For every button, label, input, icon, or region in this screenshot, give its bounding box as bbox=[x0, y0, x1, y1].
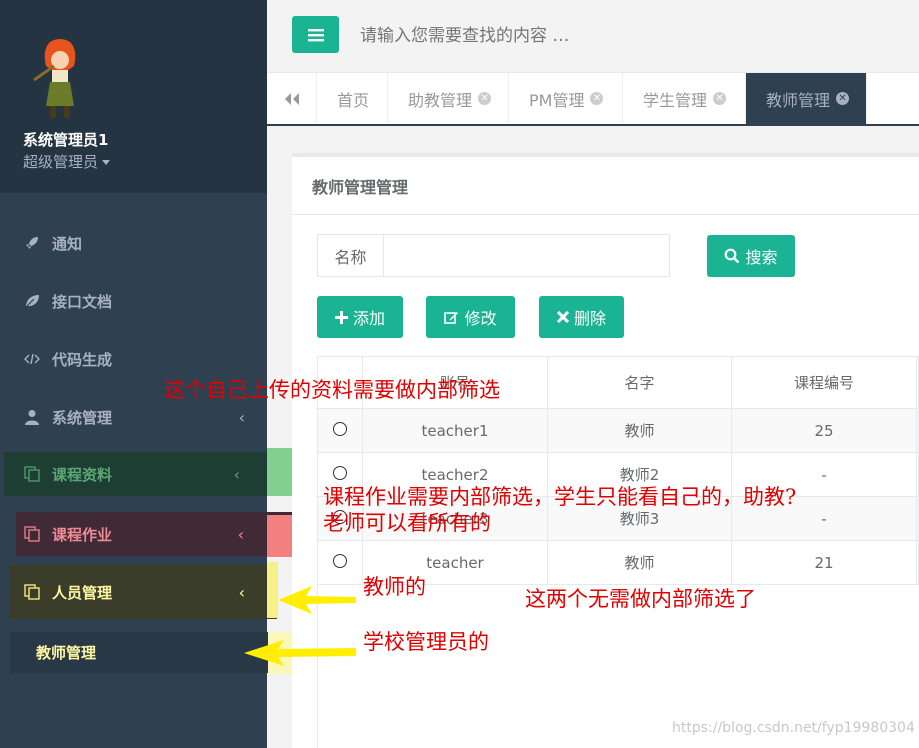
double-chevron-left-icon bbox=[284, 92, 299, 105]
code-icon bbox=[24, 351, 40, 367]
sidebar-item-label: 系统管理 bbox=[52, 408, 113, 427]
sidebar-item-label: 课程作业 bbox=[52, 525, 113, 544]
row-radio[interactable] bbox=[333, 553, 347, 568]
profile-name: 系统管理员1 bbox=[23, 131, 109, 149]
sidebar-item-personnel[interactable]: 人员管理 ‹ bbox=[10, 565, 277, 619]
user-icon bbox=[24, 409, 40, 425]
cell-extra bbox=[916, 540, 919, 585]
times-icon bbox=[556, 311, 569, 323]
leaf-icon bbox=[24, 293, 40, 309]
watermark: https://blog.csdn.net/fyp19980304 bbox=[672, 720, 915, 736]
annotation-school-admin: 学校管理员的 bbox=[363, 630, 489, 654]
add-button-label: 添加 bbox=[352, 309, 385, 328]
cell-name: 教师 bbox=[547, 408, 732, 453]
cell-account: teacher1 bbox=[362, 408, 548, 453]
chevron-left-icon: ‹ bbox=[237, 524, 244, 544]
sidebar-subitem-teacher-mgmt[interactable]: 教师管理 bbox=[10, 632, 268, 673]
table-row[interactable]: teacher1 教师 25 bbox=[317, 408, 919, 453]
annotation-no-filter: 这两个无需做内部筛选了 bbox=[525, 587, 756, 611]
chevron-left-icon: ‹ bbox=[238, 582, 245, 602]
search-button-label: 搜索 bbox=[745, 248, 778, 267]
tab-label: 教师管理 bbox=[766, 90, 831, 110]
table-header-extra bbox=[916, 356, 919, 409]
highlight-yellow bbox=[267, 562, 278, 618]
close-icon[interactable]: ✕ bbox=[836, 92, 850, 105]
sidebar-subitem-label: 教师管理 bbox=[36, 644, 97, 662]
cell-extra bbox=[916, 408, 919, 453]
sidebar-item-label: 代码生成 bbox=[52, 350, 113, 369]
profile-role-label: 超级管理员 bbox=[23, 153, 99, 171]
close-icon[interactable]: ✕ bbox=[590, 92, 604, 105]
cell-course: 25 bbox=[731, 408, 917, 453]
edit-icon bbox=[444, 310, 459, 325]
plus-icon bbox=[334, 310, 348, 324]
tab-home[interactable]: 首页 bbox=[317, 73, 388, 124]
profile-role-dropdown[interactable]: 超级管理员 bbox=[23, 151, 111, 172]
avatar[interactable] bbox=[28, 36, 92, 120]
tab-label: PM管理 bbox=[529, 90, 585, 110]
sidebar-item-label: 接口文档 bbox=[52, 292, 113, 311]
menu-toggle-button[interactable] bbox=[292, 16, 339, 53]
sidebar-item-label: 通知 bbox=[52, 234, 83, 253]
chevron-left-icon: ‹ bbox=[233, 464, 240, 484]
panel-title: 教师管理管理 bbox=[312, 178, 409, 197]
close-icon[interactable]: ✕ bbox=[478, 92, 492, 105]
cell-name: 教师 bbox=[547, 540, 732, 585]
table-header-course[interactable]: 课程编号 bbox=[731, 356, 917, 409]
tab-scroll-left-button[interactable] bbox=[267, 73, 317, 124]
panel-divider bbox=[292, 214, 919, 215]
search-icon bbox=[724, 248, 740, 264]
cell-extra bbox=[916, 496, 919, 541]
close-icon[interactable]: ✕ bbox=[713, 92, 727, 105]
annotation-course-materials: 这个自己上传的资料需要做内部筛选 bbox=[164, 378, 500, 402]
row-radio[interactable] bbox=[333, 421, 347, 436]
search-button[interactable]: 搜索 bbox=[707, 235, 795, 277]
name-field-label: 名称 bbox=[317, 234, 384, 277]
annotation-teacher-all: 老师可以看所有的 bbox=[323, 511, 491, 535]
tab-teacher-mgmt[interactable]: 教师管理 ✕ bbox=[746, 73, 867, 124]
name-search-input[interactable] bbox=[383, 234, 670, 277]
sidebar-item-label: 人员管理 bbox=[52, 583, 113, 602]
sidebar-item-label: 课程资料 bbox=[52, 465, 113, 484]
row-radio[interactable] bbox=[333, 465, 347, 480]
table-header-name[interactable]: 名字 bbox=[547, 356, 732, 409]
hamburger-icon bbox=[307, 28, 324, 41]
copy-icon bbox=[24, 584, 40, 600]
arrow-left-icon bbox=[244, 640, 356, 666]
annotation-teacher: 教师的 bbox=[363, 575, 426, 599]
add-button[interactable]: 添加 bbox=[317, 296, 403, 338]
top-navbar bbox=[267, 0, 919, 73]
copy-icon bbox=[24, 466, 40, 482]
caret-down-icon bbox=[102, 160, 111, 165]
profile-panel: 系统管理员1 超级管理员 bbox=[0, 0, 267, 193]
delete-button[interactable]: 删除 bbox=[539, 296, 624, 338]
tab-ta-mgmt[interactable]: 助教管理 ✕ bbox=[388, 73, 509, 124]
edit-button[interactable]: 修改 bbox=[426, 296, 515, 338]
rocket-icon bbox=[24, 235, 40, 251]
row-select-cell bbox=[317, 540, 363, 585]
cell-extra bbox=[916, 452, 919, 497]
sidebar-item-notice[interactable]: 通知 bbox=[0, 221, 267, 265]
tab-bar: 首页 助教管理 ✕ PM管理 ✕ 学生管理 ✕ 教师管理 ✕ bbox=[267, 73, 919, 126]
tab-student-mgmt[interactable]: 学生管理 ✕ bbox=[623, 73, 746, 124]
edit-button-label: 修改 bbox=[464, 309, 497, 328]
tab-label: 首页 bbox=[337, 90, 370, 110]
copy-icon bbox=[24, 526, 40, 542]
arrow-left-icon bbox=[278, 586, 356, 614]
row-select-cell bbox=[317, 408, 363, 453]
sidebar-item-api-docs[interactable]: 接口文档 bbox=[0, 279, 267, 323]
app-window: 系统管理员1 超级管理员 通知 接口文档 代码生成 系统管理 ‹ 课程资料 ‹ bbox=[0, 0, 919, 748]
top-search-input[interactable] bbox=[360, 24, 810, 48]
content-panel: 教师管理管理 名称 搜索 添加 修改 删除 账号 名字 课程编号 teacher… bbox=[292, 153, 919, 748]
cell-course: 21 bbox=[731, 540, 917, 585]
tab-label: 学生管理 bbox=[643, 90, 708, 110]
tab-pm-mgmt[interactable]: PM管理 ✕ bbox=[509, 73, 623, 124]
delete-button-label: 删除 bbox=[573, 309, 606, 328]
tab-label: 助教管理 bbox=[408, 90, 473, 110]
chevron-left-icon: ‹ bbox=[238, 407, 245, 427]
